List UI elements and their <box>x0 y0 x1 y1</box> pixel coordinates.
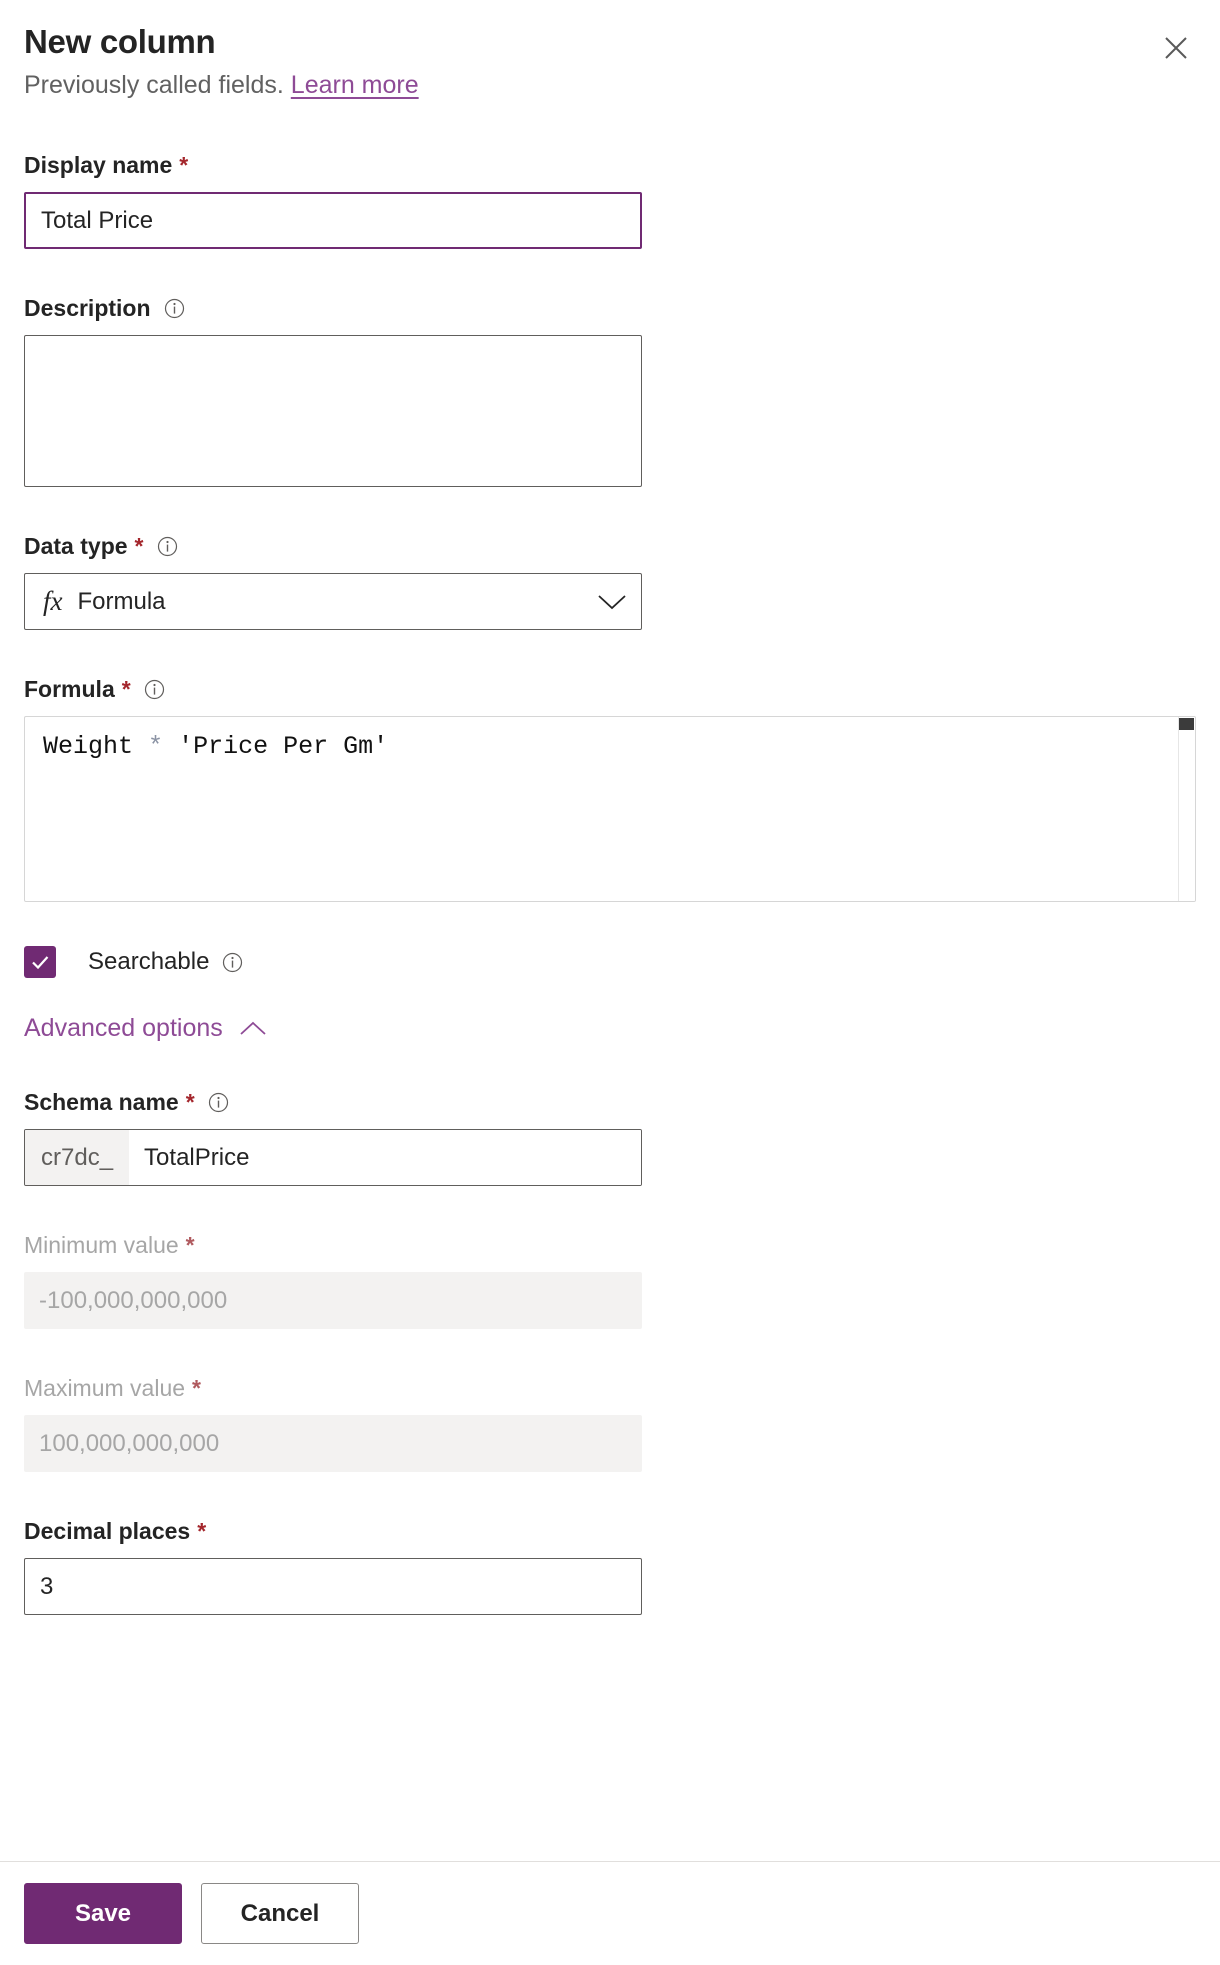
data-type-selected-value: Formula <box>78 588 598 616</box>
info-circle-icon <box>144 679 165 700</box>
decimal-places-label-text: Decimal places <box>24 1516 190 1546</box>
maximum-value-label: Maximum value * <box>24 1373 1196 1403</box>
close-icon <box>1163 35 1189 61</box>
display-name-label-text: Display name <box>24 150 172 180</box>
minimum-value-label: Minimum value * <box>24 1230 1196 1260</box>
description-label-text: Description <box>24 293 151 323</box>
field-data-type: Data type * fx Formula <box>0 531 1220 630</box>
formula-editor-content: Weight * 'Price Per Gm' <box>43 731 388 763</box>
required-asterisk: * <box>186 1087 195 1117</box>
info-circle-icon <box>208 1092 229 1113</box>
required-asterisk: * <box>135 531 144 561</box>
close-button[interactable] <box>1150 22 1202 74</box>
data-type-label: Data type * <box>24 531 1196 561</box>
panel-subtitle: Previously called fields. Learn more <box>24 68 1196 102</box>
learn-more-link[interactable]: Learn more <box>291 71 419 99</box>
spacer <box>0 249 1220 293</box>
cancel-button[interactable]: Cancel <box>201 1883 359 1944</box>
chevron-up-icon <box>239 1020 267 1037</box>
advanced-options-toggle[interactable]: Advanced options <box>0 1014 291 1043</box>
spacer <box>0 1043 1220 1087</box>
formula-label: Formula * <box>24 674 1196 704</box>
formula-fx-icon: fx <box>43 588 63 615</box>
description-label: Description <box>24 293 1196 323</box>
checkmark-icon <box>29 951 51 973</box>
field-minimum-value: Minimum value * <box>0 1230 1220 1329</box>
searchable-label: Searchable <box>88 948 243 976</box>
decimal-places-label: Decimal places * <box>24 1516 1196 1546</box>
spacer <box>0 902 1220 946</box>
spacer <box>0 1329 1220 1373</box>
formula-operand-left: Weight <box>43 732 133 761</box>
field-searchable: Searchable <box>0 946 1220 978</box>
info-icon[interactable] <box>157 536 178 557</box>
data-type-dropdown[interactable]: fx Formula <box>24 573 642 630</box>
info-icon[interactable] <box>164 298 185 319</box>
formula-operand-right: 'Price Per Gm' <box>178 732 388 761</box>
data-type-label-text: Data type <box>24 531 128 561</box>
spacer <box>0 1186 1220 1230</box>
new-column-panel: New column Previously called fields. Lea… <box>0 0 1220 1965</box>
formula-editor[interactable]: Weight * 'Price Per Gm' <box>24 716 1196 902</box>
schema-name-field[interactable]: cr7dc_ <box>24 1129 642 1186</box>
field-schema-name: Schema name * cr7dc_ <box>0 1087 1220 1186</box>
info-circle-icon <box>164 298 185 319</box>
advanced-options-label: Advanced options <box>24 1014 223 1043</box>
minimum-value-input <box>24 1272 642 1329</box>
schema-name-label: Schema name * <box>24 1087 1196 1117</box>
chevron-down-icon <box>597 593 627 611</box>
decimal-places-input[interactable] <box>24 1558 642 1615</box>
panel-footer: Save Cancel <box>0 1861 1220 1965</box>
required-asterisk: * <box>192 1373 201 1403</box>
formula-scrollbar[interactable] <box>1178 717 1195 901</box>
required-asterisk: * <box>197 1516 206 1546</box>
required-asterisk: * <box>179 150 188 180</box>
page-title: New column <box>24 22 1196 62</box>
formula-label-text: Formula <box>24 674 115 704</box>
formula-scrollbar-thumb[interactable] <box>1179 718 1194 730</box>
info-icon[interactable] <box>208 1092 229 1113</box>
minimum-value-label-text: Minimum value <box>24 1230 179 1260</box>
save-button[interactable]: Save <box>24 1883 182 1944</box>
maximum-value-input <box>24 1415 642 1472</box>
info-icon[interactable] <box>144 679 165 700</box>
new-column-form: Display name * Description <box>0 150 1220 1615</box>
schema-name-prefix: cr7dc_ <box>25 1130 129 1185</box>
spacer <box>0 1472 1220 1516</box>
spacer <box>0 978 1220 1014</box>
info-circle-icon <box>222 952 243 973</box>
maximum-value-label-text: Maximum value <box>24 1373 185 1403</box>
display-name-input[interactable] <box>24 192 642 249</box>
spacer <box>0 630 1220 674</box>
panel-header: New column Previously called fields. Lea… <box>0 0 1220 102</box>
field-display-name: Display name * <box>0 150 1220 249</box>
field-maximum-value: Maximum value * <box>0 1373 1220 1472</box>
formula-operator: * <box>148 732 163 761</box>
spacer <box>0 487 1220 531</box>
schema-name-label-text: Schema name <box>24 1087 179 1117</box>
info-icon[interactable] <box>222 952 243 973</box>
field-formula: Formula * Weight * 'Price Per Gm' <box>0 674 1220 902</box>
required-asterisk: * <box>122 674 131 704</box>
required-asterisk: * <box>186 1230 195 1260</box>
field-description: Description <box>0 293 1220 487</box>
schema-name-input[interactable] <box>129 1130 641 1185</box>
searchable-label-text: Searchable <box>88 948 209 976</box>
field-decimal-places: Decimal places * <box>0 1516 1220 1615</box>
description-textarea[interactable] <box>24 335 642 487</box>
info-circle-icon <box>157 536 178 557</box>
subtitle-text: Previously called fields. <box>24 71 284 99</box>
display-name-label: Display name * <box>24 150 1196 180</box>
searchable-checkbox[interactable] <box>24 946 56 978</box>
